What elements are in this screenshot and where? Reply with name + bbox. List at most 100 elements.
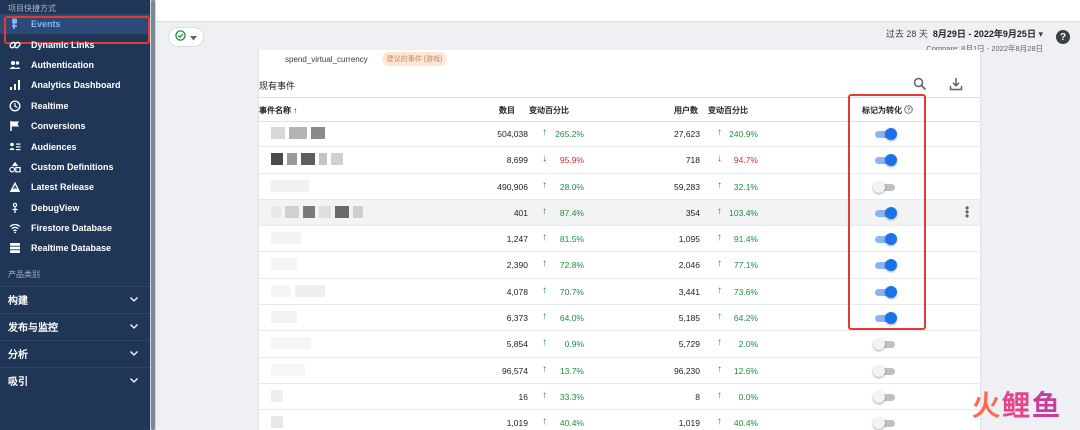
redacted-event-name xyxy=(271,363,309,376)
help-outline-icon: ? xyxy=(904,105,913,115)
table-row[interactable]: 1,019 ↑ 40.4% 1,019 ↑ 40.4% xyxy=(259,410,980,430)
column-header-users[interactable]: 用户数 xyxy=(674,105,698,116)
table-row[interactable]: 401 ↑ 87.4% 354 ↑ 103.4% • • • xyxy=(259,199,980,227)
sidebar-item-custom-definitions[interactable]: Custom Definitions xyxy=(0,157,150,177)
conversion-toggle[interactable] xyxy=(873,364,897,377)
table-row[interactable]: 5,854 ↑ 0.9% 5,729 ↑ 2.0% xyxy=(259,331,980,358)
count-change: 87.4% xyxy=(559,207,584,218)
sidebar-item-label: Latest Release xyxy=(31,182,95,193)
count-change: 33.3% xyxy=(559,391,584,402)
event-count: 504,038 xyxy=(497,129,528,139)
arrow-up-icon: ↑ xyxy=(542,311,547,323)
sidebar-item-dynamic-links[interactable]: Dynamic Links xyxy=(0,34,150,54)
arrow-down-icon: ↓ xyxy=(542,153,547,165)
watermark-logo: 火鲤鱼 xyxy=(971,390,1062,421)
conversion-toggle[interactable] xyxy=(873,417,897,430)
conversion-toggle[interactable] xyxy=(873,180,897,193)
sidebar-item-authentication[interactable]: Authentication xyxy=(0,55,150,75)
sidebar-item-audiences[interactable]: Audiences xyxy=(0,136,150,156)
column-header-conversion[interactable]: 标记为转化 ? xyxy=(862,105,913,116)
users-change: 94.7% xyxy=(733,155,758,166)
table-row[interactable]: 1,247 ↑ 81.5% 1,095 ↑ 91.4% xyxy=(259,226,980,253)
users-change: 77.1% xyxy=(733,260,758,271)
toggle-knob xyxy=(885,312,897,325)
sidebar-group[interactable]: 分析 xyxy=(0,339,150,367)
event-count: 96,574 xyxy=(502,365,528,376)
more-vert-icon[interactable]: • • • xyxy=(965,202,973,222)
sidebar-item-conversions[interactable]: Conversions xyxy=(0,116,150,136)
count-change: 265.2% xyxy=(555,129,584,139)
table-row[interactable]: 490,906 ↑ 28.0% 59,283 ↑ 32.1% xyxy=(259,174,980,200)
conversion-toggle[interactable] xyxy=(873,259,897,272)
sidebar-group[interactable]: 发布与监控 xyxy=(0,312,150,340)
user-count: 3,441 xyxy=(678,286,700,297)
arrow-up-icon: ↑ xyxy=(542,258,547,270)
sidebar-item-firestore-database[interactable]: Firestore Database xyxy=(0,218,150,238)
toggle-knob xyxy=(885,285,897,298)
column-header-users-change[interactable]: 变动百分比 xyxy=(708,105,748,116)
nav-list: Events Dynamic Links Authentication Analyti… xyxy=(0,14,150,259)
toggle-knob xyxy=(873,390,885,403)
conversion-toggle[interactable] xyxy=(873,206,897,219)
table-row[interactable]: 6,373 ↑ 64.0% 5,185 ↑ 64.2% xyxy=(259,305,980,332)
table-row[interactable]: 8,699 ↓ 95.9% 718 ↓ 94.7% xyxy=(259,147,980,174)
table-row[interactable]: 2,390 ↑ 72.8% 2,046 ↑ 77.1% xyxy=(259,252,980,279)
user-count: 96,230 xyxy=(674,365,700,376)
chevron-down-icon xyxy=(130,294,138,305)
column-header-count-change[interactable]: 变动百分比 xyxy=(529,105,569,116)
conversion-toggle[interactable] xyxy=(873,338,897,351)
toggle-knob xyxy=(885,233,897,246)
conversion-toggle[interactable] xyxy=(873,233,897,246)
count-change: 13.7% xyxy=(559,365,584,376)
column-header-event-name[interactable]: 事件名称 ↑ xyxy=(259,105,297,116)
scrollbar-thumb[interactable] xyxy=(151,0,155,430)
table-row[interactable]: 504,038 ↑ 265.2% 27,623 ↑ 240.9% xyxy=(259,121,980,148)
sidebar-item-realtime[interactable]: Realtime xyxy=(0,96,150,116)
redacted-event-name xyxy=(271,205,367,218)
toggle-knob xyxy=(885,206,897,219)
comparison-filter-button[interactable] xyxy=(168,27,204,47)
conversion-toggle[interactable] xyxy=(873,285,897,298)
sidebar-item-label: Events xyxy=(31,19,61,30)
events-card: spend_virtual_currency 建议的事件 (游戏) 现有事件 事… xyxy=(259,50,980,430)
sidebar-group[interactable]: 构建 xyxy=(0,285,150,313)
sidebar-item-realtime-database[interactable]: Realtime Database xyxy=(0,238,150,258)
top-bar xyxy=(156,0,1080,22)
sidebar-item-latest-release[interactable]: Latest Release xyxy=(0,177,150,197)
arrow-up-icon: ↑ xyxy=(542,284,547,296)
table-row[interactable]: 96,574 ↑ 13.7% 96,230 ↑ 12.6% xyxy=(259,358,980,384)
event-count: 490,906 xyxy=(497,181,528,192)
download-icon[interactable] xyxy=(949,77,963,96)
sidebar-scrollbar[interactable] xyxy=(150,0,156,430)
sidebar-item-analytics-dashboard[interactable]: Analytics Dashboard xyxy=(0,75,150,95)
chevron-down-icon xyxy=(130,321,138,332)
sidebar-item-events[interactable]: Events xyxy=(0,14,150,45)
search-icon[interactable] xyxy=(913,77,927,96)
table-row[interactable]: 4,078 ↑ 70.7% 3,441 ↑ 73.6% xyxy=(259,279,980,306)
redacted-event-name xyxy=(271,416,287,429)
count-change: 0.9% xyxy=(564,339,584,350)
conversion-toggle[interactable] xyxy=(873,312,897,325)
sidebar-item-label: Custom Definitions xyxy=(31,161,114,172)
conversion-toggle[interactable] xyxy=(873,128,897,140)
event-count: 4,078 xyxy=(506,286,528,297)
wifi-icon xyxy=(8,221,22,235)
column-header-count[interactable]: 数目 xyxy=(499,105,515,116)
clock-icon xyxy=(8,99,22,113)
conversion-toggle[interactable] xyxy=(873,154,897,167)
redacted-event-name xyxy=(271,389,287,402)
users-change: 240.9% xyxy=(729,129,758,139)
sidebar-item-label: Dynamic Links xyxy=(31,39,95,50)
sidebar-group[interactable]: 吸引 xyxy=(0,366,150,394)
users-change: 91.4% xyxy=(733,234,758,245)
table-row[interactable]: 16 ↑ 33.3% 8 ↑ 0.0% xyxy=(259,384,980,411)
events-table-body: 504,038 ↑ 265.2% 27,623 ↑ 240.9% 8,699 ↓ 95.9% 71… xyxy=(259,121,980,430)
count-change: 72.8% xyxy=(559,260,584,271)
help-icon[interactable]: ? xyxy=(1056,30,1070,44)
event-count: 2,390 xyxy=(506,260,528,271)
conversion-toggle[interactable] xyxy=(873,390,897,403)
suggested-event-name: spend_virtual_currency xyxy=(285,54,368,64)
event-count: 1,019 xyxy=(506,418,528,429)
suggested-event-badge: 建议的事件 (游戏) xyxy=(381,52,448,66)
sidebar-item-debugview[interactable]: DebugView xyxy=(0,198,150,218)
